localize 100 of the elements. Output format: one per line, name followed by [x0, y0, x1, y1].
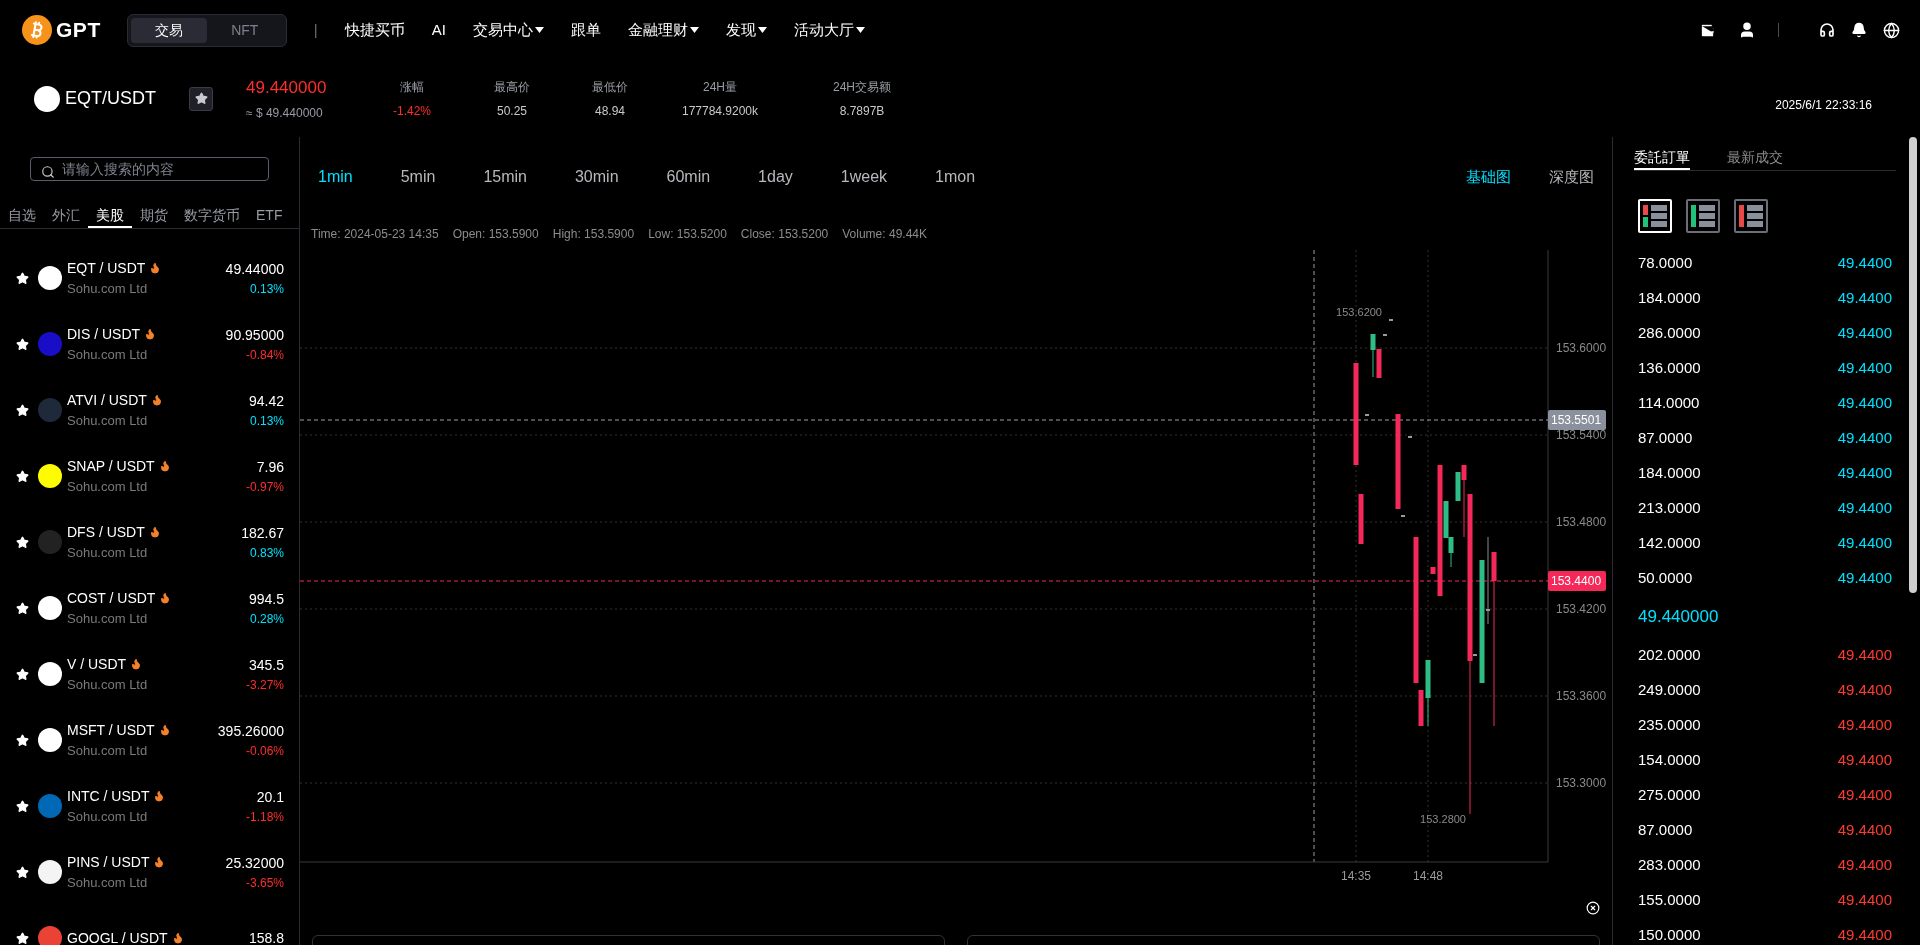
order-price: 49.4400	[1837, 323, 1892, 344]
list-layout-icon	[1690, 204, 1716, 228]
market-list-item[interactable]: PINS / USDT Sohu.com Ltd 25.32000 -3.65%	[0, 839, 299, 905]
pair-change: -0.84%	[245, 346, 284, 364]
interval-tab[interactable]: 5min	[400, 165, 436, 189]
order-price: 49.4400	[1837, 428, 1892, 449]
interval-tab[interactable]: 30min	[574, 165, 619, 189]
price-approx: ≈ $ 49.440000	[246, 104, 324, 122]
mode-tab[interactable]: NFT	[206, 17, 283, 43]
flame-icon	[144, 328, 157, 341]
nav-link[interactable]: AI	[431, 18, 446, 42]
order-amount: 155.0000	[1638, 890, 1701, 911]
time-axis-label: 14:48	[1413, 869, 1443, 883]
pair-name: COST / USDT	[67, 588, 156, 608]
wallet-icon[interactable]	[1699, 21, 1716, 39]
interval-tab[interactable]: 1min	[318, 165, 353, 189]
company-name: Sohu.com Ltd	[67, 873, 149, 892]
interval-tab[interactable]: 60min	[666, 165, 711, 189]
pair-name: PINS / USDT	[67, 852, 150, 872]
market-list-item[interactable]: V / USDT Sohu.com Ltd 345.5 -3.27%	[0, 641, 299, 707]
market-list-item[interactable]: MSFT / USDT Sohu.com Ltd 395.26000 -0.06%	[0, 707, 299, 773]
market-list-item[interactable]: DIS / USDT Sohu.com Ltd 90.95000 -0.84%	[0, 311, 299, 377]
order-amount: 50.0000	[1638, 568, 1693, 589]
order-amount: 114.0000	[1638, 393, 1700, 414]
nav-link[interactable]: 跟单	[570, 18, 601, 42]
market-list-item[interactable]: SNAP / USDT Sohu.com Ltd 7.96 -0.97%	[0, 443, 299, 509]
star-icon	[16, 667, 29, 681]
layout-toggle[interactable]	[1686, 199, 1720, 233]
star-icon	[16, 799, 29, 813]
pair-change: -3.27%	[245, 676, 284, 694]
pair-name: EQT / USDT	[67, 258, 146, 278]
market-list-item[interactable]: INTC / USDT Sohu.com Ltd 20.1 -1.18%	[0, 773, 299, 839]
interval-tab[interactable]: 1week	[840, 165, 888, 189]
candle-info: Volume: 49.44K	[842, 225, 927, 243]
order-amount: 142.0000	[1638, 533, 1701, 554]
order-price: 49.4400	[1837, 715, 1892, 736]
pair-change: -0.97%	[245, 478, 284, 496]
market-list-item[interactable]: EQT / USDT Sohu.com Ltd 49.44000 0.13%	[0, 245, 299, 311]
market-list-item[interactable]: COST / USDT Sohu.com Ltd 994.5 0.28%	[0, 575, 299, 641]
nav-link[interactable]: 金融理财	[627, 18, 699, 42]
tick-mark	[1389, 319, 1393, 321]
order-amount: 213.0000	[1638, 498, 1701, 519]
company-name: Sohu.com Ltd	[67, 675, 148, 694]
interval-tab[interactable]: 15min	[483, 165, 527, 189]
stat-label: 24H交易额	[833, 78, 891, 96]
market-tab[interactable]: ETF	[248, 205, 291, 228]
candle-info: Close: 153.5200	[740, 225, 829, 243]
nav-link[interactable]: 快捷买币	[344, 18, 405, 42]
order-price: 49.4400	[1837, 785, 1892, 806]
stat-value: -1.42%	[393, 102, 431, 120]
market-tab[interactable]: 自选	[0, 205, 44, 228]
tick-mark	[1486, 609, 1490, 611]
pair-name: DIS / USDT	[67, 324, 141, 344]
stock-logo	[34, 85, 60, 112]
nav-link[interactable]: 交易中心	[472, 18, 544, 42]
market-list-item[interactable]: GOOGL / USDT 158.8	[0, 905, 299, 945]
orderbook-tab[interactable]: 委託訂單	[1634, 147, 1690, 170]
caret-icon	[689, 27, 699, 33]
star-icon	[194, 92, 208, 105]
orderbook-tab[interactable]: 最新成交	[1727, 147, 1783, 170]
layout-toggle[interactable]	[1734, 199, 1768, 233]
search-field[interactable]: 请输入搜索的内容	[30, 157, 269, 181]
close-icon[interactable]	[1586, 900, 1600, 915]
bell-icon[interactable]	[1851, 22, 1867, 38]
order-amount: 249.0000	[1638, 680, 1701, 701]
chart-view-tab[interactable]: 深度图	[1549, 165, 1594, 189]
market-tab[interactable]: 期货	[132, 205, 176, 228]
order-amount: 154.0000	[1638, 750, 1701, 771]
pair-change: -3.65%	[245, 874, 284, 892]
candle-info: Low: 153.5200	[648, 225, 727, 243]
order-price: 49.4400	[1837, 253, 1892, 274]
order-price: 49.4400	[1837, 855, 1892, 876]
headset-icon[interactable]	[1819, 22, 1835, 38]
market-list-item[interactable]: ATVI / USDT Sohu.com Ltd 94.42 0.13%	[0, 377, 299, 443]
star-icon	[16, 733, 29, 747]
market-tab[interactable]: 数字货币	[176, 205, 248, 228]
user-icon[interactable]	[1738, 21, 1756, 39]
tick-mark	[1408, 436, 1412, 438]
nav-link[interactable]: 发现	[725, 18, 767, 42]
globe-icon[interactable]	[1883, 21, 1900, 39]
pair-change: 0.13%	[249, 280, 284, 298]
company-name: Sohu.com Ltd	[67, 543, 149, 562]
star-icon	[16, 403, 29, 417]
interval-tab[interactable]: 1mon	[935, 165, 976, 189]
mode-tab[interactable]: 交易	[130, 17, 207, 43]
nav-link[interactable]: 活动大厅	[793, 18, 865, 42]
interval-tab[interactable]: 1day	[758, 165, 793, 189]
order-amount: 150.0000	[1638, 925, 1701, 945]
favorite-button[interactable]	[189, 86, 213, 111]
order-price: 49.4400	[1837, 358, 1892, 379]
market-tab[interactable]: 美股	[88, 205, 132, 228]
order-amount: 136.0000	[1638, 358, 1701, 379]
market-tab[interactable]: 外汇	[44, 205, 88, 228]
pair-change: 0.28%	[249, 610, 284, 628]
ticker-symbol: EQT/USDT	[65, 87, 157, 110]
stat-value: 50.25	[497, 102, 527, 120]
order-amount: 202.0000	[1638, 645, 1701, 666]
chart-view-tab[interactable]: 基础图	[1466, 165, 1511, 189]
flame-icon	[149, 262, 162, 275]
market-list-item[interactable]: DFS / USDT Sohu.com Ltd 182.67 0.83%	[0, 509, 299, 575]
